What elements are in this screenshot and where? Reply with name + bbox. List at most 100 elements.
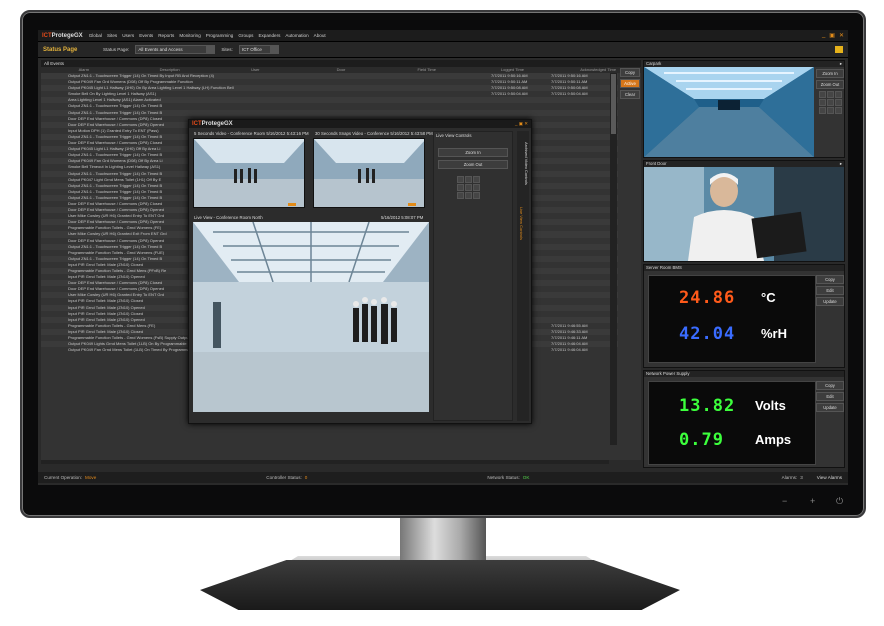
video-window-logo: ICTProtegeGX [192,121,233,127]
plus-icon[interactable]: + [810,496,815,506]
ptz-button[interactable] [473,184,480,191]
volts-readout: 13.82 [679,396,736,416]
ptz-button[interactable] [473,176,480,183]
ptz-button[interactable] [457,184,464,191]
nav-item-monitoring[interactable]: Monitoring [179,33,200,38]
network-status-value: OK [522,475,530,480]
nav-item-automation[interactable]: Automation [285,33,308,38]
nav-item-global[interactable]: Global [89,33,102,38]
network-power-panel: Network Power Supply 13.82 Volts 0.79 Am… [643,370,845,468]
close-icon[interactable]: ✕ [839,32,844,39]
amps-readout: 0.79 [679,430,724,450]
ptz-pad [457,176,480,199]
edit-button[interactable]: Edit [816,286,844,295]
status-bar: Current Operation: Move Controller Statu… [38,472,848,483]
nav-item-users[interactable]: Users [122,33,134,38]
toolbar: Status Page Status Page: All Events and … [38,42,848,58]
ptz-button[interactable] [465,192,472,199]
clear-button[interactable]: Clear [620,90,640,99]
events-side-buttons: Copy Active Clear [620,68,640,101]
folder-icon[interactable] [835,46,843,53]
events-scrollbar[interactable] [610,73,617,445]
update-button[interactable]: Update [816,403,844,412]
ptz-button[interactable] [457,176,464,183]
ptz-button[interactable] [835,99,842,106]
power-icon[interactable]: ⏻ [836,496,843,507]
power-controls: Copy Edit Update [816,379,844,414]
server-room-controls: Copy Edit Update [816,273,844,308]
controller-status-label: Controller Status: [266,475,302,480]
ptz-button[interactable] [835,107,842,114]
main-nav: Global Sites Users Events Reports Monitoring P… [89,33,326,38]
humidity-readout: 42.04 [679,324,736,344]
archived-video-thumb-1[interactable] [193,138,305,208]
minus-icon[interactable]: − [782,496,787,506]
temperature-unit: °C [761,290,776,305]
ptz-button[interactable] [827,91,834,98]
tab-live-view[interactable]: Live View Controls [519,207,524,240]
bms-display: 24.86 °C 42.04 %rH [648,275,816,363]
nav-item-expanders[interactable]: Expanders [258,33,280,38]
screen: ICTProtegeGX Global Sites Users Events Repor… [38,30,848,485]
active-button[interactable]: Active [620,79,640,88]
operation-value: Move [85,475,97,480]
live-view-time: 5/16/2012 5:08:07 PM [381,215,424,220]
ptz-button[interactable] [473,192,480,199]
update-button[interactable]: Update [816,297,844,306]
events-hscrollbar[interactable] [41,460,609,464]
ptz-button[interactable] [819,91,826,98]
live-view-label: Live View - Conference Room North [194,215,263,220]
minimize-icon[interactable]: _ [822,32,825,39]
edit-button[interactable]: Edit [816,392,844,401]
nav-item-reports[interactable]: Reports [158,33,174,38]
events-title: All Events [41,60,641,67]
zoom-in-button[interactable]: Zoom In [816,69,844,78]
front-door-panel: Front Door ▸ [643,160,845,262]
ptz-button[interactable] [835,91,842,98]
chevron-down-icon [269,46,278,53]
live-view-video[interactable] [193,222,429,412]
ptz-button[interactable] [819,99,826,106]
maximize-icon[interactable]: ▣ [829,32,835,39]
zoom-out-button[interactable]: Zoom Out [438,160,508,169]
sites-select[interactable]: ICT Office [238,45,279,54]
live-view-controls-panel: Live View Controls Zoom In Zoom Out [433,131,513,421]
carpark-controls: Zoom In Zoom Out [816,67,844,116]
status-page-select[interactable]: All Events and Access [135,45,216,54]
nav-item-groups[interactable]: Groups [238,33,253,38]
ptz-button[interactable] [465,184,472,191]
humidity-unit: %rH [761,326,788,341]
nav-item-programming[interactable]: Programming [206,33,234,38]
ptz-button[interactable] [819,107,826,114]
zoom-out-button[interactable]: Zoom Out [816,80,844,89]
sites-label: Sites: [221,47,233,52]
volts-unit: Volts [755,398,786,413]
copy-button[interactable]: Copy [816,381,844,390]
ptz-button[interactable] [457,192,464,199]
zoom-in-button[interactable]: Zoom In [438,148,508,157]
nav-item-sites[interactable]: Sites [107,33,117,38]
video-window: ICTProtegeGX _ ▣ ✕ 5 Seconds Video - Con… [188,119,532,424]
operation-label: Current Operation: [44,475,83,480]
server-room-title: Server Room BMS [644,265,844,271]
copy-button[interactable]: Copy [816,275,844,284]
logged-time: 7/7/2011 9:46:04 AM [551,347,588,353]
video-window-controls: _ ▣ ✕ [514,121,528,126]
view-alarms-button[interactable]: View Alarms [817,475,842,480]
nav-item-events[interactable]: Events [139,33,153,38]
ptz-button[interactable] [827,99,834,106]
controls-title: Live View Controls [436,133,472,138]
carpark-camera-view [644,67,814,157]
carpark-panel: Carpark ▸ Zoom In Zoom Out [643,60,845,158]
nav-item-about[interactable]: About [314,33,326,38]
server-room-panel: Server Room BMS 24.86 °C 42.04 %rH Copy … [643,264,845,368]
ptz-button[interactable] [465,176,472,183]
archived-video-thumb-2[interactable] [313,138,425,208]
ptz-button[interactable] [827,107,834,114]
window-controls: _ ▣ ✕ [822,32,844,39]
copy-button[interactable]: Copy [620,68,640,77]
video-window-header: ICTProtegeGX _ ▣ ✕ [189,120,531,128]
alarms-label: Alarms: [781,475,798,480]
tab-archived-video[interactable]: Archived Video Controls [524,142,529,185]
scroll-thumb[interactable] [611,74,616,134]
